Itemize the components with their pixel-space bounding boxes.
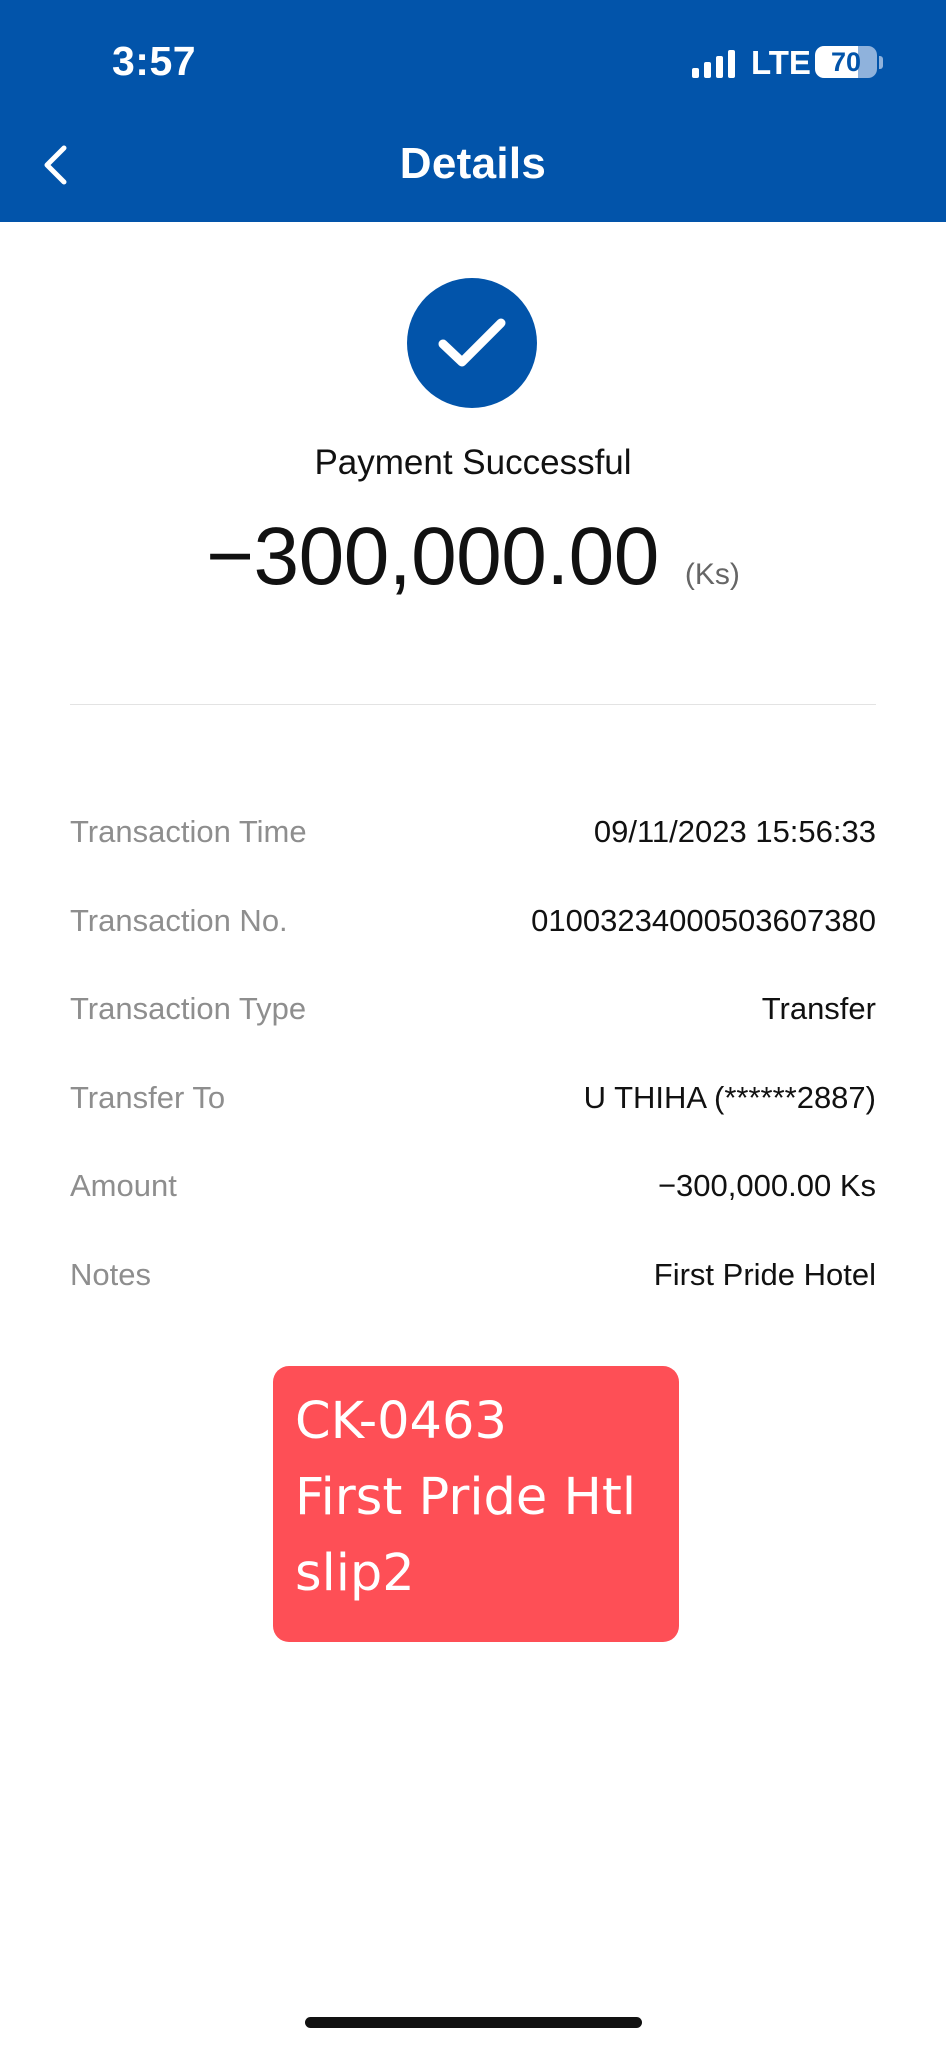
status-time: 3:57	[112, 38, 197, 84]
detail-row-transfer-to: Transfer To U THIHA (******2887)	[70, 1075, 876, 1121]
check-icon	[438, 318, 506, 367]
home-indicator[interactable]	[305, 2017, 642, 2028]
detail-label: Notes	[70, 1257, 151, 1292]
sticker-line: CK-0463	[295, 1392, 507, 1451]
detail-row-notes: Notes First Pride Hotel	[70, 1252, 876, 1298]
amount-unit: (Ks)	[684, 558, 740, 591]
detail-value: 09/11/2023 15:56:33	[593, 814, 876, 849]
battery-level: 70	[830, 47, 862, 77]
detail-label: Transaction No.	[70, 903, 288, 938]
detail-value: First Pride Hotel	[653, 1257, 876, 1292]
battery-cap	[879, 56, 883, 69]
detail-value: Transfer	[761, 991, 876, 1026]
detail-row-transaction-time: Transaction Time 09/11/2023 15:56:33	[70, 809, 876, 855]
detail-label: Amount	[70, 1168, 177, 1203]
detail-row-transaction-type: Transaction Type Transfer	[70, 986, 876, 1032]
amount-display: −300,000.00 (Ks)	[0, 510, 946, 604]
sticker-line: First Pride Htl	[295, 1468, 637, 1527]
detail-row-amount: Amount −300,000.00 Ks	[70, 1163, 876, 1209]
divider	[70, 704, 876, 705]
detail-label: Transfer To	[70, 1080, 226, 1115]
payment-status: Payment Successful	[314, 443, 632, 482]
detail-label: Transaction Type	[70, 991, 307, 1026]
sticker-line: slip2	[295, 1544, 415, 1603]
battery-icon: 70	[815, 46, 877, 78]
page-title: Details	[399, 139, 547, 188]
network-type: LTE	[751, 44, 811, 81]
detail-row-transaction-no: Transaction No. 01003234000503607380	[70, 898, 876, 944]
detail-value: 01003234000503607380	[531, 903, 876, 938]
success-badge	[407, 278, 537, 408]
detail-value: U THIHA (******2887)	[583, 1080, 876, 1115]
cellular-signal-icon	[692, 50, 735, 78]
annotation-sticker: CK-0463 First Pride Htl slip2	[273, 1366, 679, 1642]
app-header: 3:57 LTE 70 Details	[0, 0, 946, 222]
detail-value: −300,000.00 Ks	[657, 1168, 876, 1203]
amount-value: −300,000.00	[206, 511, 659, 602]
detail-label: Transaction Time	[70, 814, 307, 849]
